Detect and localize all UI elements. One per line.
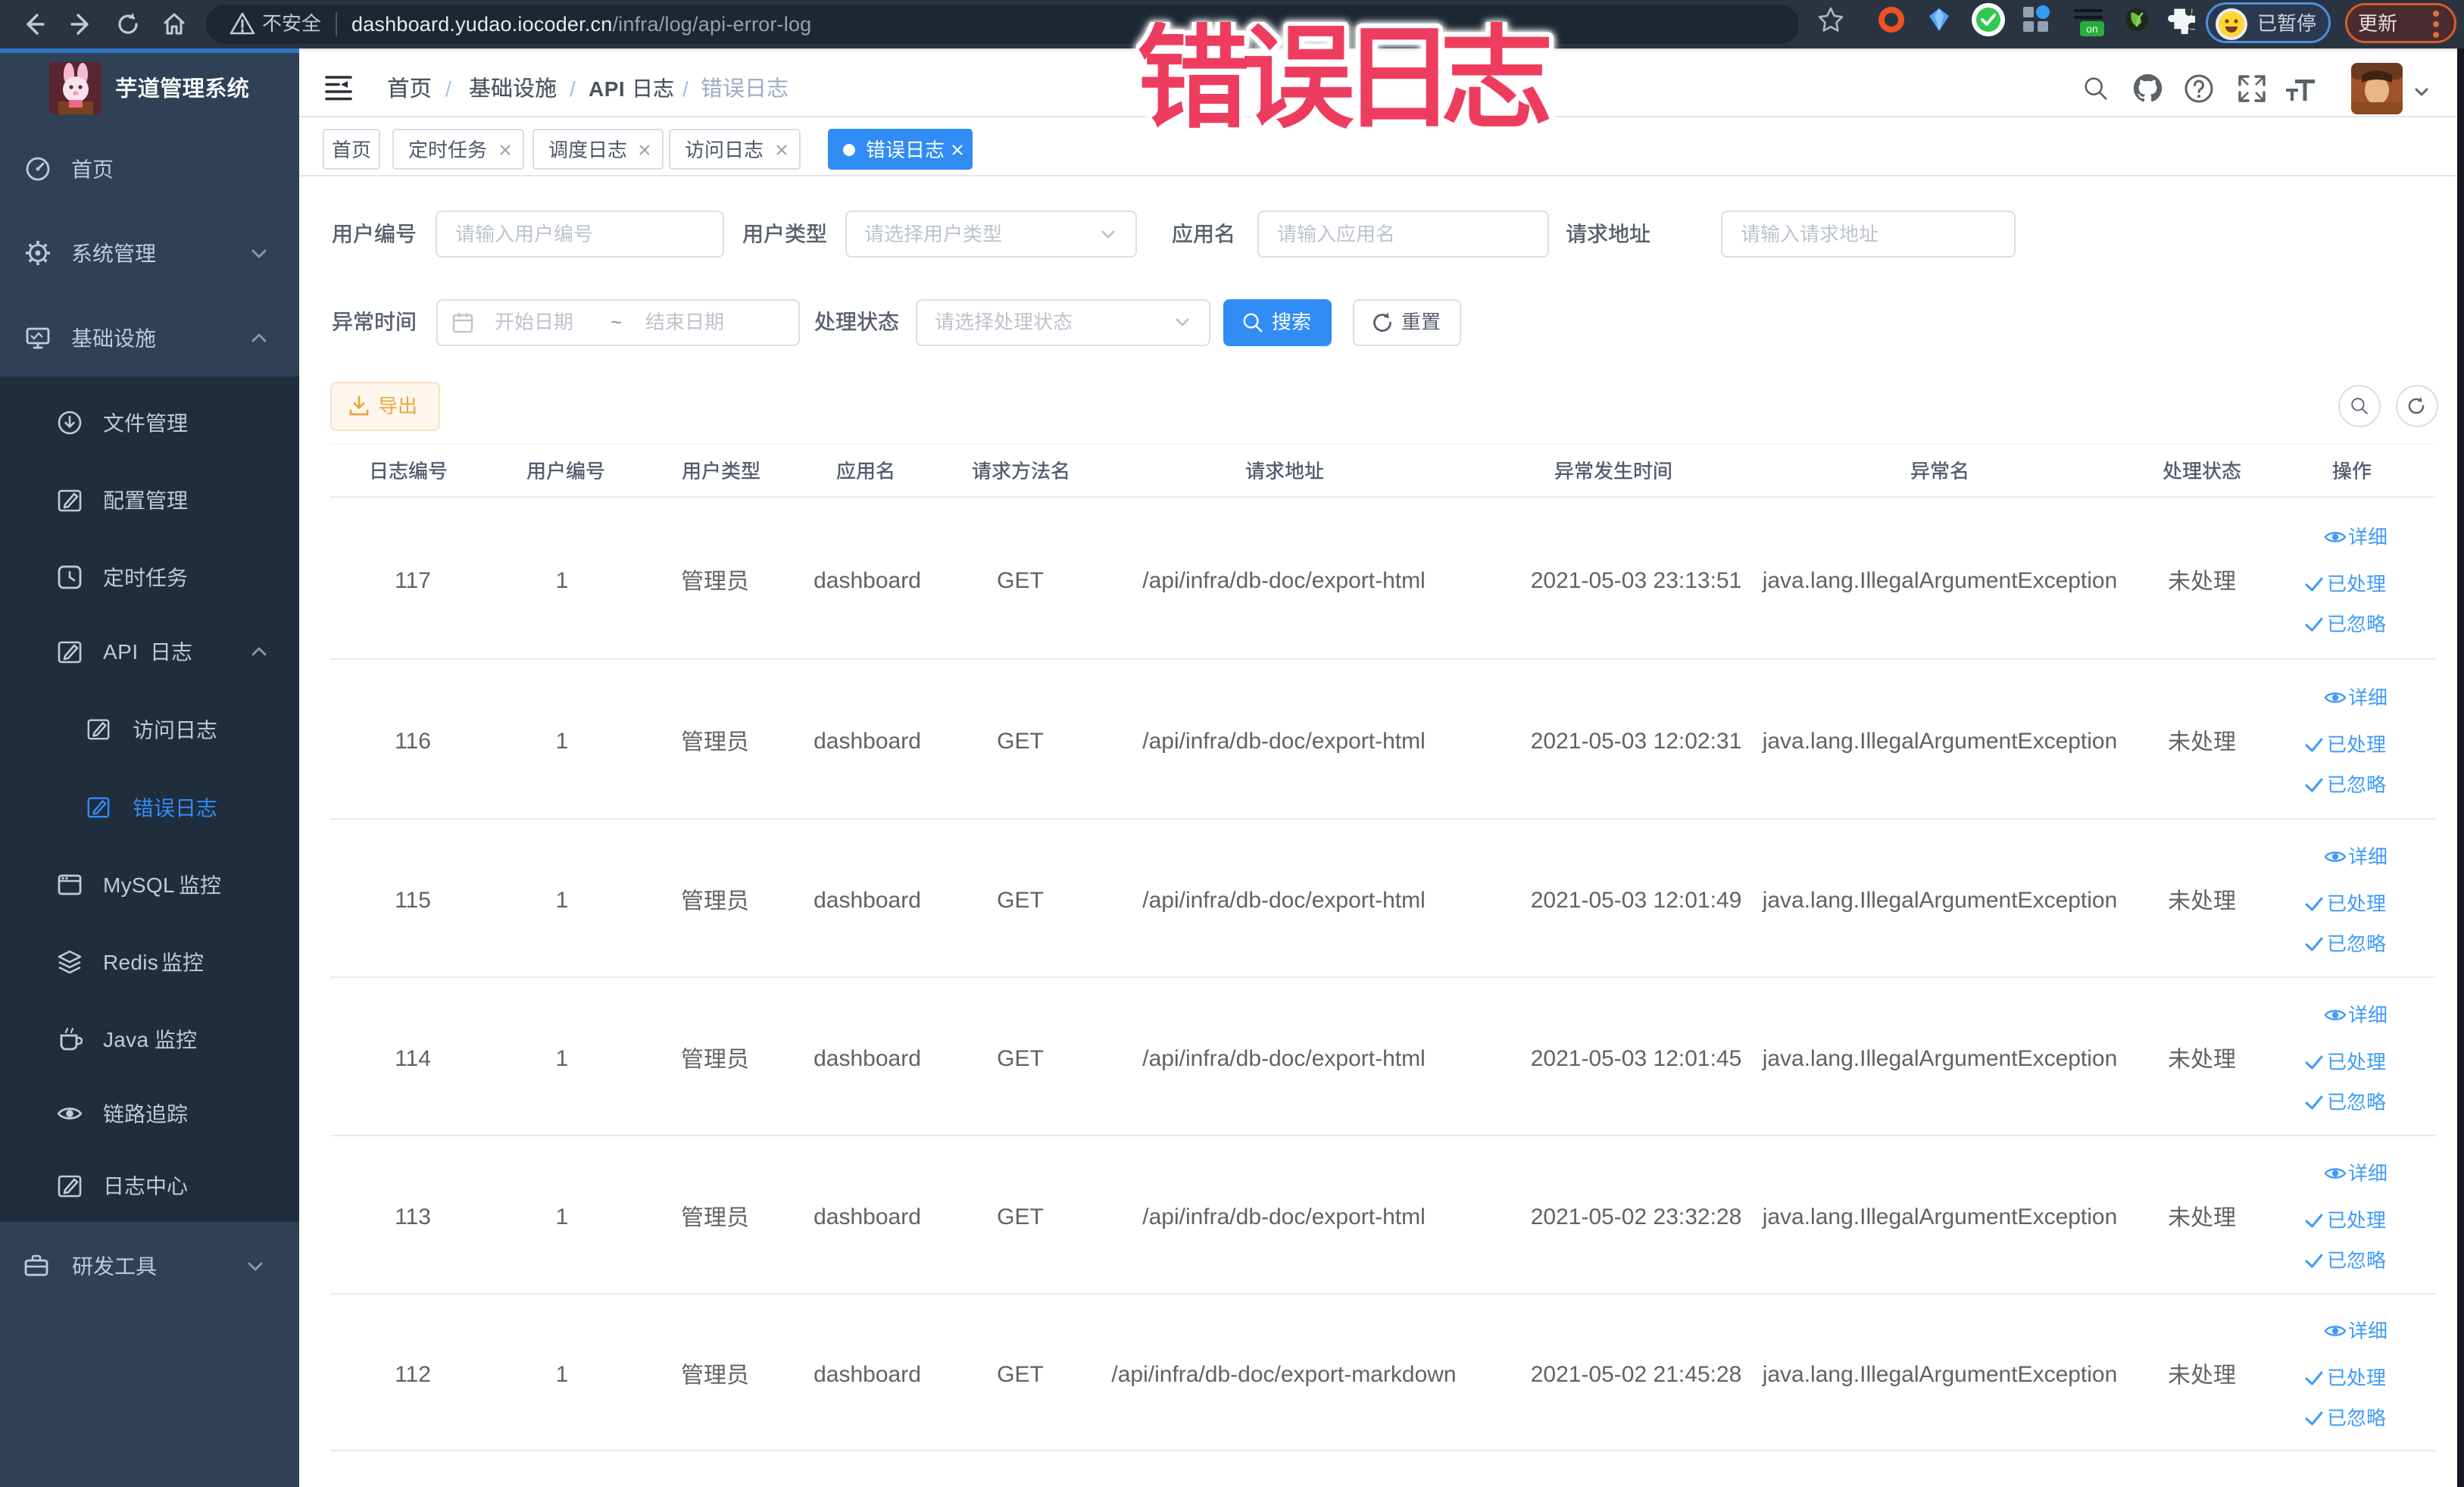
svg-text:on: on [2086,23,2098,35]
